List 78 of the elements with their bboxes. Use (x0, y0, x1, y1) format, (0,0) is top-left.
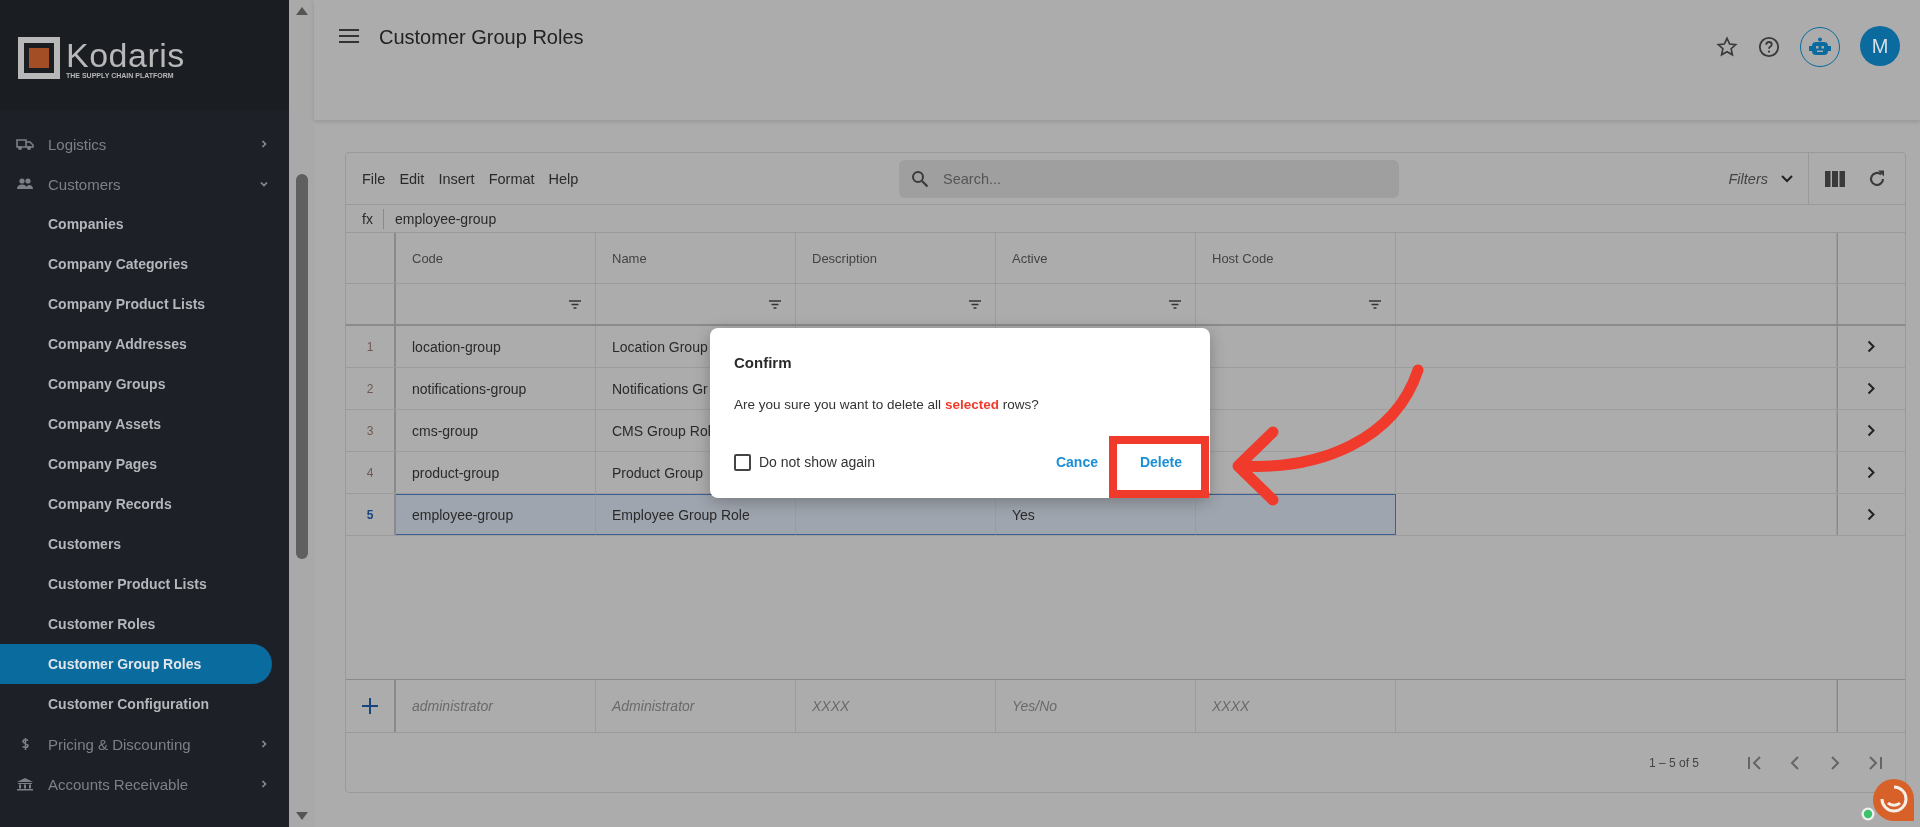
sidebar-item[interactable]: Company Pages (0, 444, 272, 484)
delete-button[interactable]: Delete (1133, 450, 1188, 474)
chevron-right-icon[interactable] (1867, 382, 1876, 395)
add-icon[interactable] (362, 698, 378, 714)
sidebar-section[interactable]: Accounts Receivable (0, 764, 289, 804)
sidebar-item[interactable]: Company Addresses (0, 324, 272, 364)
formula-value[interactable]: employee-group (384, 210, 497, 227)
column-header[interactable]: Description (796, 233, 996, 283)
chevron-right-icon[interactable] (1867, 424, 1876, 437)
sidebar-item[interactable]: Customer Configuration (0, 684, 272, 724)
sidebar-item[interactable]: Customer Group Roles (0, 644, 272, 684)
menu-item[interactable]: Format (488, 170, 535, 187)
formula-label: fx (346, 208, 384, 229)
sidebar-section[interactable]: Logistics (0, 124, 289, 164)
people-icon (16, 177, 34, 191)
last-page-icon[interactable] (1867, 754, 1883, 771)
column-header[interactable]: Host Code (1196, 233, 1396, 283)
table-cell: location-group (396, 326, 596, 367)
table-cell: Employee Group Role (596, 494, 796, 535)
menu-item[interactable]: Insert (438, 170, 475, 187)
column-header[interactable]: Name (596, 233, 796, 283)
table-cell: employee-group (396, 494, 596, 535)
robot-icon (1809, 37, 1831, 57)
scroll-up-icon[interactable] (294, 6, 309, 16)
scrollbar-thumb[interactable] (295, 174, 308, 559)
bank-icon (16, 777, 34, 791)
page-title: Customer Group Roles (379, 26, 584, 48)
row-number: 2 (346, 368, 396, 409)
filter-icon[interactable] (969, 299, 981, 309)
refresh-icon[interactable] (1867, 168, 1887, 189)
scroll-down-icon[interactable] (294, 811, 309, 821)
row-number: 3 (346, 410, 396, 451)
sidebar-item[interactable]: Customer Product Lists (0, 564, 272, 604)
user-avatar[interactable]: M (1860, 26, 1900, 66)
sidebar-section[interactable]: Pricing & Discounting (0, 724, 289, 764)
filter-icon[interactable] (769, 299, 781, 309)
sidebar-item[interactable]: Companies (0, 204, 272, 244)
help-icon[interactable] (1758, 36, 1780, 58)
table-cell: notifications-group (396, 368, 596, 409)
logo-icon (18, 37, 60, 79)
search-icon (911, 169, 929, 188)
row-number: 4 (346, 452, 396, 493)
brand-name: Kodaris (66, 37, 185, 72)
cancel-button[interactable]: Cance (1049, 450, 1104, 474)
column-header[interactable]: Active (996, 233, 1196, 283)
menu-icon[interactable] (339, 29, 359, 43)
star-icon[interactable] (1716, 36, 1738, 58)
sidebar-item[interactable]: Company Categories (0, 244, 272, 284)
menu-item[interactable]: Help (548, 170, 579, 187)
columns-icon[interactable] (1825, 170, 1845, 187)
first-page-icon[interactable] (1747, 754, 1763, 771)
table-row[interactable]: 5 employee-group Employee Group Role Yes (346, 494, 1905, 536)
sidebar-item[interactable]: Company Records (0, 484, 272, 524)
sidebar-item[interactable]: Company Groups (0, 364, 272, 404)
caret-icon (1780, 173, 1794, 184)
column-header[interactable]: Code (396, 233, 596, 283)
sidebar-item[interactable]: Company Assets (0, 404, 272, 444)
page-range: 1 – 5 of 5 (1648, 755, 1699, 770)
chevron-right-icon[interactable] (1867, 340, 1876, 353)
sidebar-item[interactable]: Customer Roles (0, 604, 272, 644)
search-field[interactable]: Search... (899, 159, 1399, 198)
chat-widget-icon[interactable] (1860, 777, 1916, 823)
menu-item[interactable]: File (362, 170, 386, 187)
filter-icon[interactable] (1369, 299, 1381, 309)
sidebar-item[interactable]: Company Product Lists (0, 284, 272, 324)
filters-dropdown[interactable]: Filters (1728, 153, 1809, 204)
table-cell: product-group (396, 452, 596, 493)
filter-icon[interactable] (569, 299, 581, 309)
sidebar-section[interactable]: Customers (0, 164, 289, 204)
chevron-right-icon[interactable] (1867, 466, 1876, 479)
row-number: 1 (346, 326, 396, 367)
checkbox[interactable] (734, 453, 751, 471)
menu-item[interactable]: Edit (399, 170, 425, 187)
table-cell: cms-group (396, 410, 596, 451)
sidebar-item[interactable]: Customers (0, 524, 272, 564)
chevron-right-icon[interactable] (1867, 508, 1876, 521)
truck-icon (16, 137, 34, 151)
filter-icon[interactable] (1169, 299, 1181, 309)
